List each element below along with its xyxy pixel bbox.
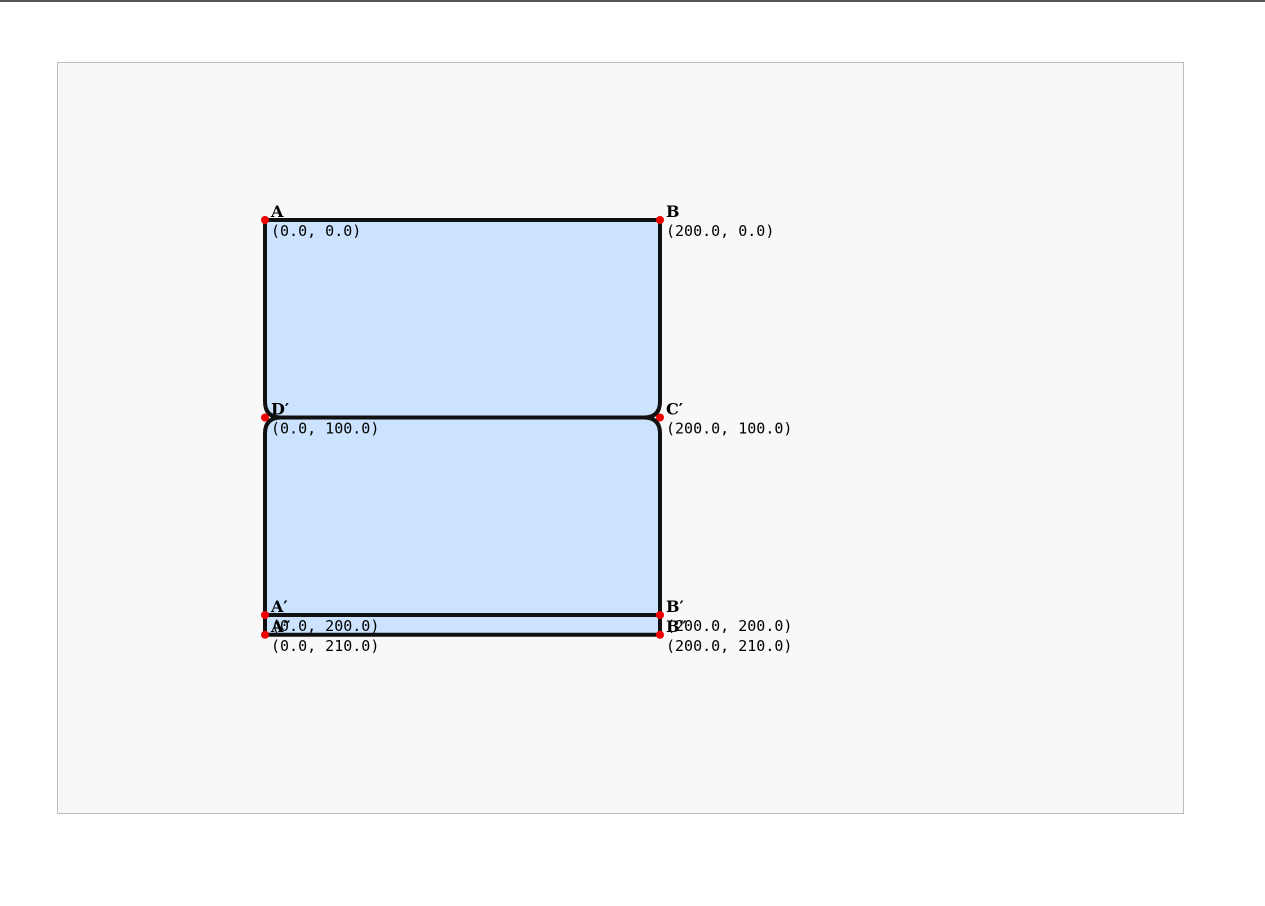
vertex-point-d1: [261, 413, 269, 422]
geometry-diagram: A(0.0, 0.0) B(200.0, 0.0) D′(0.0, 100.0) C′…: [261, 202, 792, 655]
vertex-label-b: B: [666, 202, 680, 221]
vertex-point-c1: [656, 413, 664, 422]
vertex-point-a: [261, 216, 269, 224]
vertex-label-a: A: [270, 202, 284, 221]
vertex-label-b2: B″: [666, 617, 687, 636]
vertex-label-d1: D′: [271, 400, 289, 419]
vertex-coordinates-c1: (200.0, 100.0): [666, 420, 792, 438]
vertex-label-c1: C′: [666, 400, 683, 419]
vertex-coordinates-a: (0.0, 0.0): [271, 222, 361, 240]
vertex-coordinates-b: (200.0, 0.0): [666, 222, 774, 240]
vertex-coordinates-a2: (0.0, 210.0): [271, 637, 379, 655]
vertex-label-a2: A″: [270, 617, 291, 636]
vertex-point-a1: [261, 611, 269, 619]
lower-rounded-rectangle: [263, 415, 662, 617]
vertex-coordinates-b2: (200.0, 210.0): [666, 637, 792, 655]
vertex-point-b1: [656, 611, 664, 619]
upper-rounded-rectangle: [263, 218, 662, 420]
vertex-point-b: [656, 216, 664, 224]
vertex-label-a1: A′: [270, 597, 288, 616]
vertex-point-b2: [656, 630, 664, 639]
vertex-point-a2: [261, 630, 269, 639]
vertex-coordinates-d1: (0.0, 100.0): [271, 420, 379, 438]
vertex-label-b1: B′: [666, 597, 684, 616]
